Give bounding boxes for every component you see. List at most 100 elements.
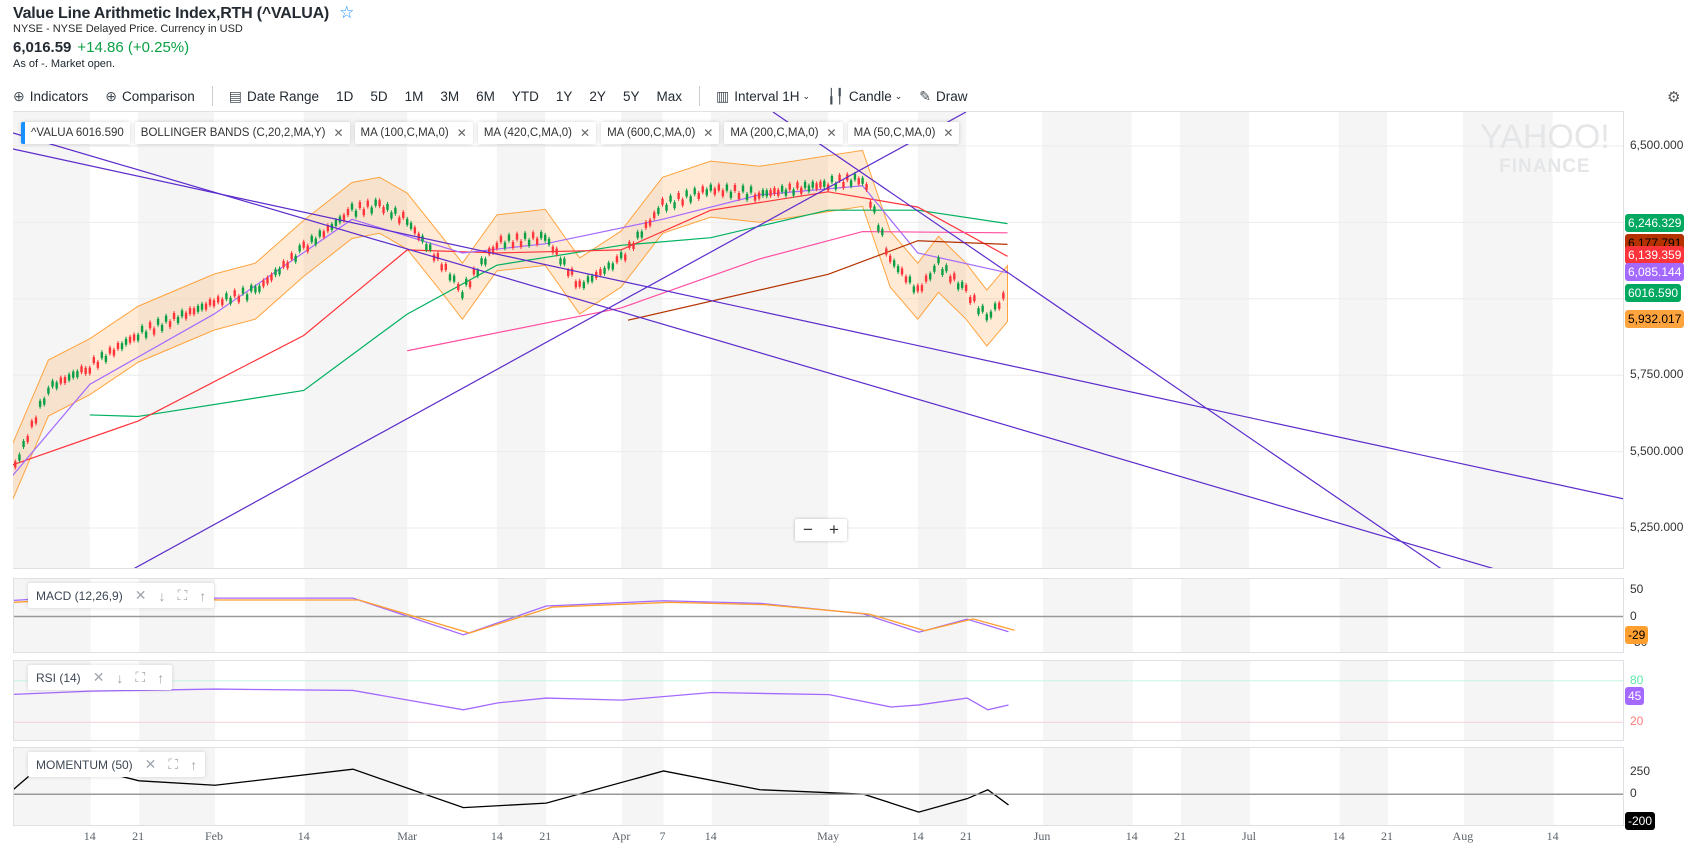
range-5d[interactable]: 5D xyxy=(370,89,387,104)
background-stripe xyxy=(621,112,663,568)
expand-icon[interactable]: ⛶ xyxy=(168,756,178,773)
close-icon[interactable]: ✕ xyxy=(93,669,105,686)
tag-label: MA (100,C,MA,0) xyxy=(360,127,449,139)
candle-body xyxy=(640,231,643,238)
range-1d[interactable]: 1D xyxy=(336,89,353,104)
candle-body xyxy=(34,417,38,424)
date-range-button[interactable]: ▤ Date Range xyxy=(229,88,319,105)
candle-body xyxy=(570,268,574,275)
close-icon[interactable]: ✕ xyxy=(827,126,837,140)
candle-body xyxy=(709,184,712,191)
candle-body xyxy=(124,338,128,345)
candle-body xyxy=(294,255,297,262)
candle-body xyxy=(807,185,811,192)
candle-body xyxy=(881,229,884,236)
study-tag-ma420[interactable]: MA (420,C,MA,0) ✕ xyxy=(477,122,597,144)
chart-type-dropdown[interactable]: ╽╿ Candle ⌄ xyxy=(827,88,902,105)
candle-body xyxy=(216,296,220,303)
candle-body xyxy=(116,343,120,350)
background-stripe xyxy=(304,748,409,825)
background-stripe xyxy=(496,112,546,568)
candle-body xyxy=(262,280,265,287)
zoom-out-button[interactable]: − xyxy=(795,519,821,541)
candle-body xyxy=(461,292,464,299)
candle-body xyxy=(737,193,741,200)
candle-body xyxy=(519,241,523,248)
candle-body xyxy=(611,263,615,270)
candle-body xyxy=(713,188,717,195)
close-icon[interactable]: ✕ xyxy=(333,126,343,140)
expand-icon[interactable]: ⛶ xyxy=(135,669,145,686)
candle-body xyxy=(892,260,896,267)
arrow-down-icon[interactable]: ↓ xyxy=(116,670,123,686)
candle-body xyxy=(780,185,784,192)
close-icon[interactable]: ✕ xyxy=(580,126,590,140)
range-2y[interactable]: 2Y xyxy=(589,89,606,104)
study-tag-ma50[interactable]: MA (50,C,MA,0) ✕ xyxy=(847,122,960,144)
candle-body xyxy=(245,294,249,301)
exchange-subtitle: NYSE - NYSE Delayed Price. Currency in U… xyxy=(13,23,243,35)
gear-icon[interactable]: ⚙ xyxy=(1667,88,1680,106)
candle-body xyxy=(346,209,350,216)
candle-body xyxy=(981,305,984,312)
range-1y[interactable]: 1Y xyxy=(556,89,573,104)
range-3m[interactable]: 3M xyxy=(440,89,459,104)
background-stripe xyxy=(13,112,90,568)
candle-body xyxy=(857,178,860,185)
star-outline-icon[interactable]: ☆ xyxy=(339,3,354,22)
zoom-in-button[interactable]: + xyxy=(821,519,847,541)
candle-body xyxy=(160,324,164,331)
range-5y[interactable]: 5Y xyxy=(623,89,640,104)
candle-body xyxy=(721,190,725,197)
price-badge: 6,139.359 xyxy=(1625,246,1685,265)
arrow-down-icon[interactable]: ↓ xyxy=(158,588,165,604)
study-tag-ma100[interactable]: MA (100,C,MA,0) ✕ xyxy=(354,122,473,144)
range-ytd[interactable]: YTD xyxy=(512,89,539,104)
momentum-title: MOMENTUM (50) xyxy=(36,757,133,772)
candle-body xyxy=(578,280,581,287)
symbol-tag[interactable]: ^VALUA 6016.590 xyxy=(21,122,130,144)
arrow-up-icon[interactable]: ↑ xyxy=(157,670,164,686)
candle-body xyxy=(184,312,188,319)
price-badge: 6016.590 xyxy=(1625,283,1682,302)
chevron-down-icon: ⌄ xyxy=(802,90,811,101)
comparison-button[interactable]: ⊕ Comparison xyxy=(105,88,195,105)
x-axis-label: Jul xyxy=(1241,829,1257,843)
candle-body xyxy=(140,325,144,332)
candle-body xyxy=(1002,292,1005,299)
range-1m[interactable]: 1M xyxy=(405,89,424,104)
candle-body xyxy=(342,214,346,221)
close-icon[interactable]: ✕ xyxy=(703,126,713,140)
close-icon[interactable]: ✕ xyxy=(145,756,157,773)
tag-label: ^VALUA 6016.590 xyxy=(31,127,124,139)
candle-body xyxy=(136,334,140,341)
close-icon[interactable]: ✕ xyxy=(943,126,953,140)
candle-body xyxy=(92,357,96,364)
range-max[interactable]: Max xyxy=(656,89,682,104)
close-icon[interactable]: ✕ xyxy=(457,126,467,140)
macd-panel[interactable]: MACD (12,26,9) ✕ ↓ ⛶ ↑ xyxy=(13,578,1624,653)
expand-icon[interactable]: ⛶ xyxy=(177,587,187,604)
x-axis-label: Feb xyxy=(205,829,223,843)
study-tag-bollinger[interactable]: BOLLINGER BANDS (C,20,2,MA,Y) ✕ xyxy=(134,122,350,144)
draw-button[interactable]: ✎ Draw xyxy=(919,88,967,105)
study-tag-ma200[interactable]: MA (200,C,MA,0) ✕ xyxy=(724,122,843,144)
rsi-panel[interactable]: RSI (14) ✕ ↓ ⛶ ↑ xyxy=(13,660,1624,741)
background-stripe xyxy=(711,748,830,825)
candle-body xyxy=(452,275,456,282)
candle-body xyxy=(374,199,377,206)
interval-dropdown[interactable]: ▥ Interval 1H ⌄ xyxy=(716,88,810,105)
momentum-panel[interactable]: MOMENTUM (50) ✕ ⛶ ↑ xyxy=(13,747,1624,826)
price-chart[interactable]: YAHOO! FINANCE ^VALUA 6016.590 BOLLINGER … xyxy=(13,111,1624,569)
candle-body xyxy=(233,290,236,297)
arrow-up-icon[interactable]: ↑ xyxy=(190,757,197,773)
indicators-button[interactable]: ⊕ Indicators xyxy=(13,88,88,105)
study-tag-ma600[interactable]: MA (600,C,MA,0) ✕ xyxy=(601,122,720,144)
candle-body xyxy=(657,207,660,214)
candle-body xyxy=(582,282,586,289)
range-6m[interactable]: 6M xyxy=(476,89,495,104)
close-icon[interactable]: ✕ xyxy=(135,587,147,604)
candle-body xyxy=(241,287,245,294)
arrow-up-icon[interactable]: ↑ xyxy=(199,588,206,604)
candle-body xyxy=(717,184,721,191)
